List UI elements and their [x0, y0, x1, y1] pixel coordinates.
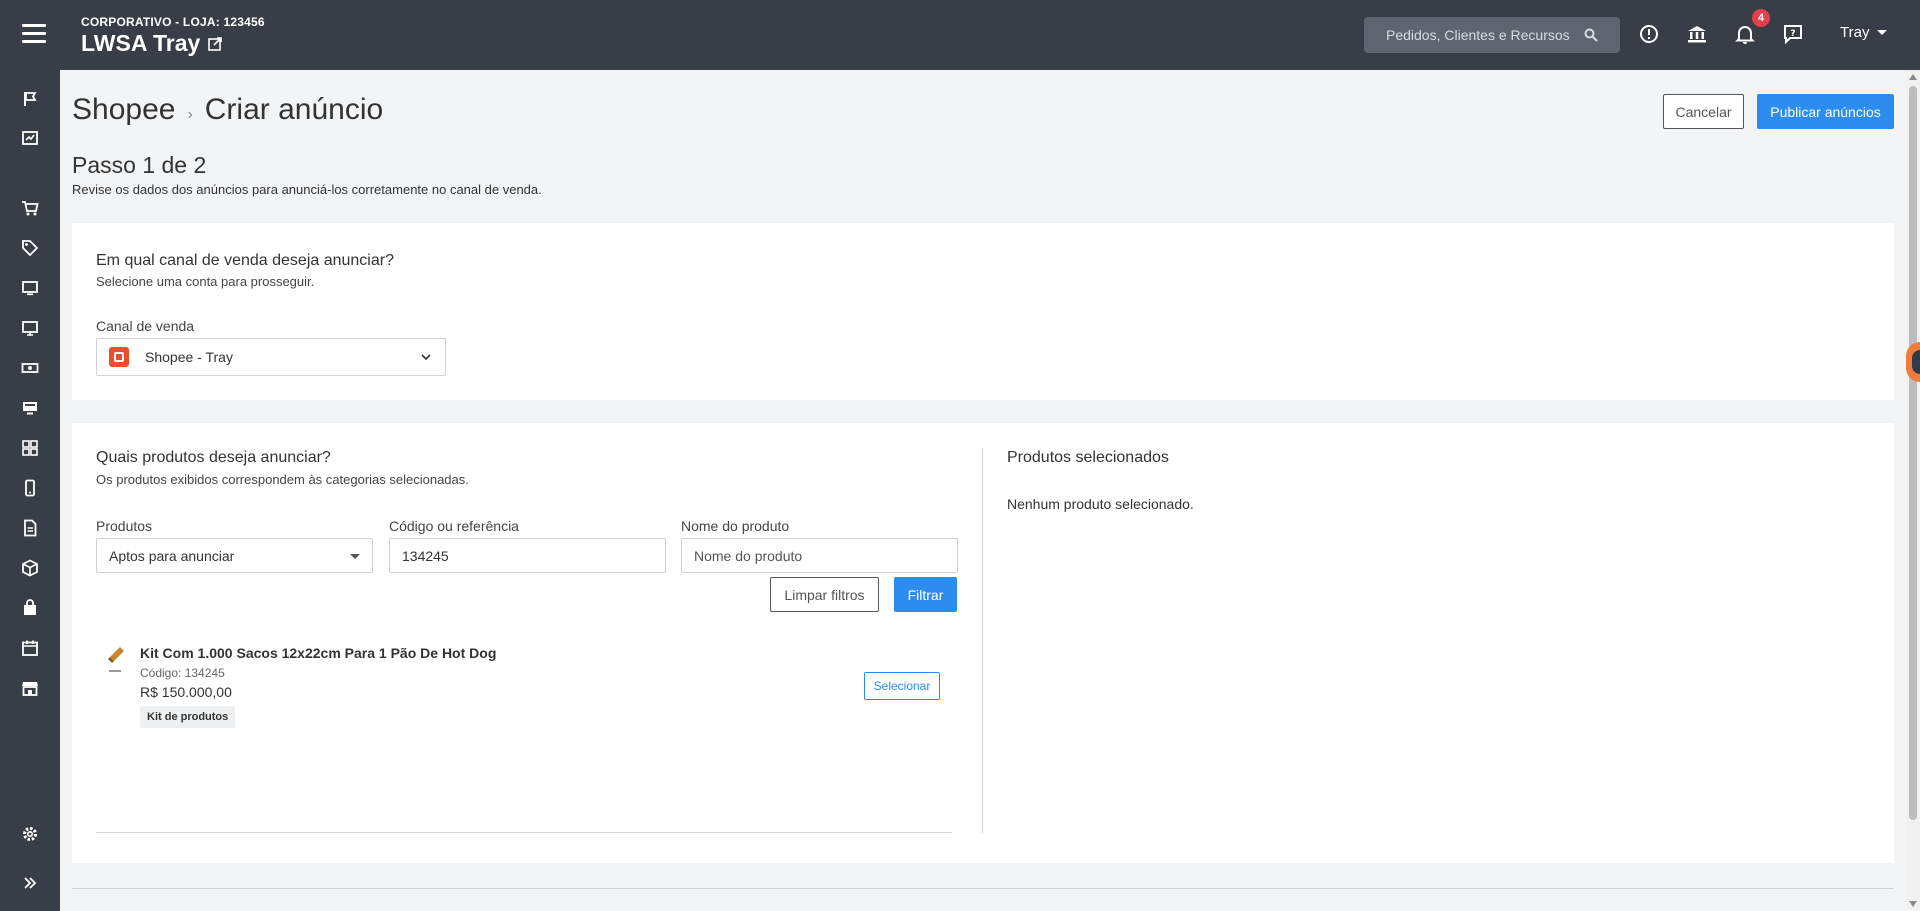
mobile-icon[interactable]: [21, 479, 39, 497]
scroll-thumb[interactable]: [1909, 86, 1917, 820]
list-divider: [96, 832, 952, 833]
external-link-icon: [208, 36, 223, 51]
user-name: Tray: [1840, 24, 1870, 41]
help-chat-icon[interactable]: [1906, 342, 1920, 382]
footer-divider: [72, 888, 1894, 889]
products-card: Quais produtos deseja anunciar? Os produ…: [72, 423, 1894, 863]
store-icon[interactable]: [21, 679, 39, 697]
channel-card-subtitle: Selecione uma conta para prosseguir.: [96, 274, 315, 289]
desktop-icon[interactable]: [21, 399, 39, 417]
selected-products-empty: Nenhum produto selecionado.: [1007, 496, 1194, 512]
search-placeholder: Pedidos, Clientes e Recursos: [1386, 27, 1570, 43]
user-menu[interactable]: Tray: [1840, 24, 1888, 41]
products-card-title: Quais produtos deseja anunciar?: [96, 449, 331, 466]
name-filter-label: Nome do produto: [681, 518, 790, 534]
calendar-icon[interactable]: [21, 639, 39, 657]
selected-products-title: Produtos selecionados: [1007, 449, 1169, 466]
caret-down-icon: [350, 554, 360, 559]
money-icon[interactable]: [21, 359, 39, 377]
channel-card: Em qual canal de venda deseja anunciar? …: [72, 223, 1894, 400]
tag-icon[interactable]: [21, 239, 39, 257]
alert-icon[interactable]: [1637, 22, 1661, 46]
product-thumbnail: [108, 647, 124, 672]
step-subtitle: Revise os dados dos anúncios para anunci…: [72, 182, 542, 197]
notification-badge: 4: [1752, 9, 1770, 27]
product-name: Kit Com 1.000 Sacos 12x22cm Para 1 Pão D…: [140, 645, 497, 661]
screen-icon[interactable]: [21, 319, 39, 337]
code-filter-label: Código ou referência: [389, 518, 519, 534]
channel-select[interactable]: Shopee - Tray: [96, 338, 446, 376]
store-name: LWSA Tray: [81, 30, 201, 56]
channel-label: Canal de venda: [96, 318, 195, 334]
filter-button[interactable]: Filtrar: [894, 577, 957, 612]
chevron-down-icon: [421, 354, 431, 361]
chevron-down-icon: [1877, 30, 1888, 35]
breadcrumb: Shopee › Criar anúncio: [72, 93, 383, 127]
settings-icon[interactable]: [21, 825, 39, 843]
apps-icon[interactable]: [21, 439, 39, 457]
shopee-bag-icon: [109, 347, 129, 367]
sidebar: [0, 70, 60, 911]
global-search-input[interactable]: Pedidos, Clientes e Recursos: [1364, 17, 1620, 53]
breadcrumb-separator: ›: [187, 106, 193, 123]
channel-card-title: Em qual canal de venda deseja anunciar?: [96, 252, 394, 269]
flag-icon[interactable]: [21, 90, 39, 108]
search-icon: [1584, 28, 1598, 42]
menu-icon[interactable]: [22, 24, 46, 44]
monitor-icon[interactable]: [21, 279, 39, 297]
product-code: Código: 134245: [140, 666, 225, 680]
products-filter-label: Produtos: [96, 518, 153, 534]
scroll-down-icon[interactable]: [1909, 901, 1917, 907]
product-price: R$ 150.000,00: [140, 684, 232, 700]
expand-icon[interactable]: [21, 874, 39, 892]
step-title: Passo 1 de 2: [72, 152, 207, 178]
bank-icon[interactable]: [1685, 22, 1709, 46]
breadcrumb-root[interactable]: Shopee: [72, 93, 175, 127]
store-name-link[interactable]: LWSA Tray: [81, 30, 223, 57]
cart-icon[interactable]: [21, 199, 39, 217]
feedback-icon[interactable]: ?: [1781, 22, 1805, 46]
clear-filters-button[interactable]: Limpar filtros: [770, 577, 879, 612]
products-filter-select[interactable]: Aptos para anunciar: [96, 538, 373, 573]
channel-select-value: Shopee - Tray: [145, 349, 233, 365]
products-filter-value: Aptos para anunciar: [109, 547, 235, 564]
name-filter-input[interactable]: [681, 538, 958, 573]
page-scrollbar[interactable]: [1906, 70, 1920, 911]
select-product-button[interactable]: Selecionar: [864, 672, 940, 700]
document-icon[interactable]: [21, 519, 39, 537]
top-bar: CORPORATIVO - LOJA: 123456 LWSA Tray Ped…: [0, 0, 1920, 70]
cancel-button[interactable]: Cancelar: [1663, 94, 1744, 129]
store-line: CORPORATIVO - LOJA: 123456: [81, 15, 265, 29]
bell-icon[interactable]: [1733, 22, 1757, 46]
page-title: Criar anúncio: [204, 93, 384, 126]
box-icon[interactable]: [21, 559, 39, 577]
publish-button[interactable]: Publicar anúncios: [1757, 94, 1894, 129]
panel-divider: [982, 448, 983, 833]
products-card-subtitle: Os produtos exibidos correspondem às cat…: [96, 472, 469, 487]
product-tag-badge: Kit de produtos: [140, 706, 236, 728]
dashboard-icon[interactable]: [21, 129, 39, 147]
code-filter-input[interactable]: [389, 538, 666, 573]
bag-icon[interactable]: [21, 599, 39, 617]
main-content: Shopee › Criar anúncio Cancelar Publicar…: [60, 70, 1906, 911]
svg-text:?: ?: [1790, 29, 1795, 39]
scroll-up-icon[interactable]: [1909, 74, 1917, 80]
